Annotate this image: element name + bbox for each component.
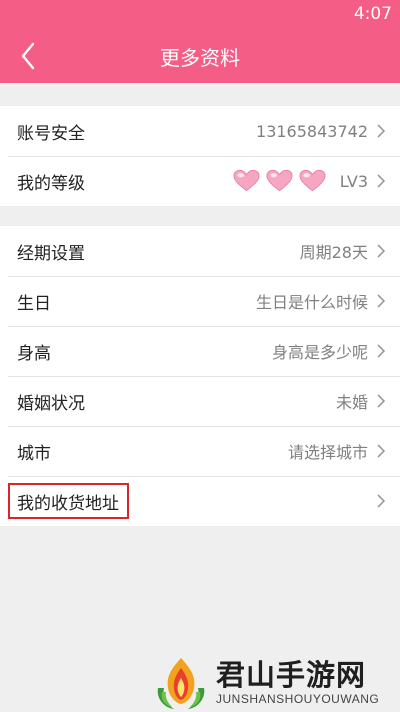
row-label: 城市 xyxy=(17,443,51,464)
city-row[interactable]: 城市 请选择城市 xyxy=(0,426,400,476)
row-label: 生日 xyxy=(17,293,51,314)
row-value: 身高是多少呢 xyxy=(271,343,368,362)
row-label: 我的收货地址 xyxy=(17,493,119,514)
period-settings-row[interactable]: 经期设置 周期28天 xyxy=(0,226,400,276)
row-value: 周期28天 xyxy=(299,243,368,262)
chevron-right-icon xyxy=(376,393,386,409)
row-value: 请选择城市 xyxy=(287,443,368,462)
row-label: 身高 xyxy=(17,343,51,364)
chevron-right-icon xyxy=(376,443,386,459)
chevron-right-icon xyxy=(376,123,386,139)
account-security-row[interactable]: 账号安全 13165843742 xyxy=(0,106,400,156)
phone-number: 13165843742 xyxy=(256,121,368,141)
watermark: 君山手游网 JUNSHANSHOUYOUWANG xyxy=(152,650,392,712)
status-bar: 4:07 xyxy=(0,0,400,28)
row-label: 婚姻状况 xyxy=(17,393,85,414)
height-row[interactable]: 身高 身高是多少呢 xyxy=(0,326,400,376)
chevron-right-icon xyxy=(376,493,386,509)
level-hearts xyxy=(233,169,326,193)
page-title: 更多资料 xyxy=(160,46,240,70)
row-label: 我的等级 xyxy=(17,173,85,194)
watermark-subtitle: JUNSHANSHOUYOUWANG xyxy=(216,692,380,706)
profile-section: 经期设置 周期28天 生日 生日是什么时候 身高 身高是多少呢 婚姻状况 未婚 … xyxy=(0,226,400,526)
my-level-row[interactable]: 我的等级 LV3 xyxy=(0,156,400,206)
birthday-row[interactable]: 生日 生日是什么时候 xyxy=(0,276,400,326)
row-label: 经期设置 xyxy=(17,243,85,264)
row-value: 生日是什么时候 xyxy=(255,293,368,312)
level-value: LV3 xyxy=(339,171,368,191)
heart-icon xyxy=(299,169,326,192)
account-section: 账号安全 13165843742 我的等级 LV3 xyxy=(0,106,400,206)
chevron-right-icon xyxy=(376,243,386,259)
watermark-name: 君山手游网 xyxy=(216,658,367,692)
row-label: 账号安全 xyxy=(17,123,85,144)
flame-logo-icon xyxy=(157,658,205,709)
heart-icon xyxy=(266,169,293,192)
heart-icon xyxy=(233,169,260,192)
shipping-address-row[interactable]: 我的收货地址 xyxy=(0,476,400,526)
status-time: 4:07 xyxy=(353,4,392,24)
chevron-right-icon xyxy=(376,293,386,309)
marital-status-row[interactable]: 婚姻状况 未婚 xyxy=(0,376,400,426)
chevron-right-icon xyxy=(376,343,386,359)
chevron-right-icon xyxy=(376,173,386,189)
row-value: 未婚 xyxy=(335,393,368,412)
app-bar: 更多资料 xyxy=(0,28,400,83)
